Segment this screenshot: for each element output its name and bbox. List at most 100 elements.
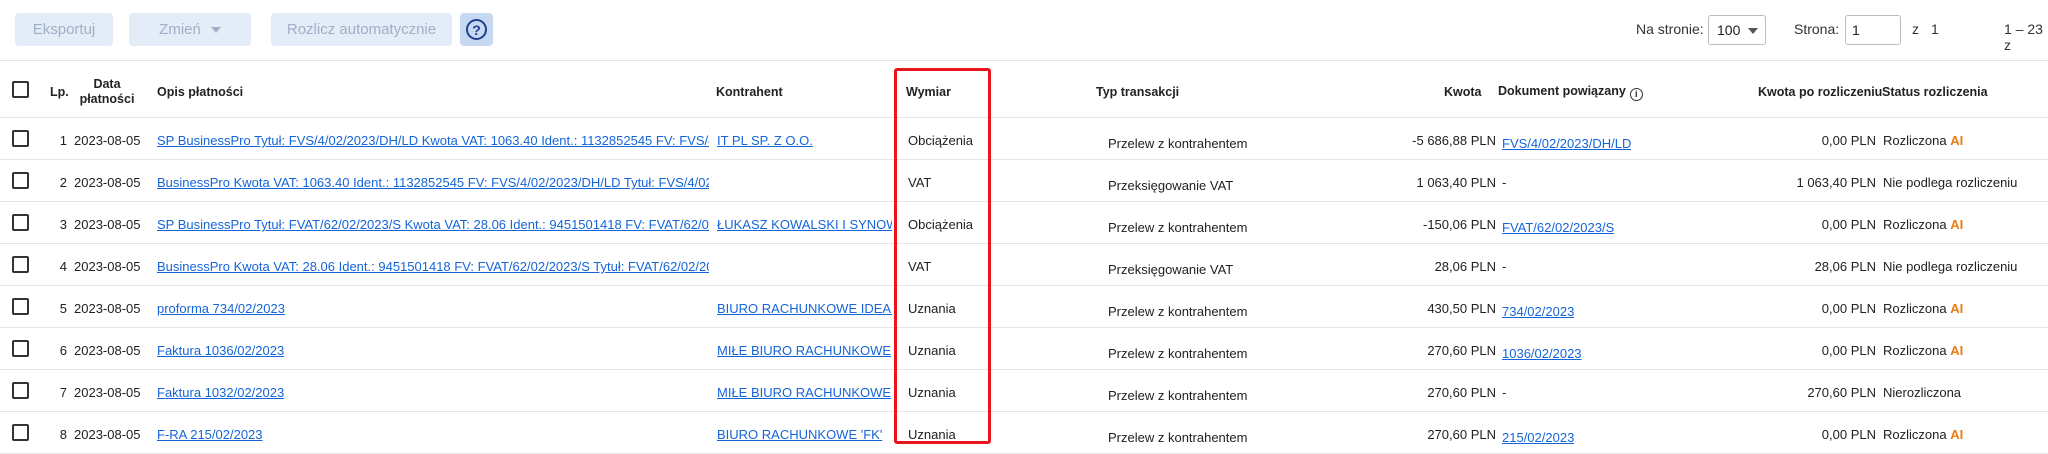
change-dropdown-button[interactable]: Zmień — [129, 13, 251, 46]
row-contractor-link[interactable]: IT PL SP. Z O.O. — [717, 133, 892, 148]
select-all-checkbox[interactable] — [12, 81, 29, 98]
row-contractor-link[interactable]: BIURO RACHUNKOWE 'FK' — [717, 427, 892, 442]
header-contractor[interactable]: Kontrahent — [716, 85, 783, 99]
header-amount[interactable]: Kwota — [1444, 85, 1482, 99]
header-status[interactable]: Status rozliczenia — [1882, 85, 1988, 99]
row-date: 2023-08-05 — [74, 259, 141, 274]
row-related-doc-link[interactable]: FVAT/62/02/2023/S — [1502, 220, 1614, 235]
auto-settle-button[interactable]: Rozlicz automatycznie — [271, 13, 452, 46]
header-description[interactable]: Opis płatności — [157, 85, 243, 99]
row-status: Nie podlega rozliczeniu — [1883, 259, 2017, 274]
row-amount: -5 686,88 PLN — [1412, 133, 1496, 148]
range-text: 1 – 23 z — [2004, 21, 2043, 53]
info-icon[interactable]: i — [1629, 87, 1643, 101]
per-page-select[interactable]: 100 — [1708, 15, 1766, 45]
row-status-text: Nie podlega rozliczeniu — [1883, 175, 2018, 190]
header-dimension[interactable]: Wymiar — [906, 85, 951, 99]
row-transaction-type: Przelew z kontrahentem — [1108, 220, 1248, 235]
row-amount-after: 0,00 PLN — [1821, 217, 1876, 232]
table-row[interactable]: 2 2023-08-05 BusinessPro Kwota VAT: 1063.4… — [0, 160, 2048, 202]
header-related-doc[interactable]: Dokument powiązany — [1498, 84, 1626, 98]
row-date: 2023-08-05 — [74, 301, 141, 316]
row-lp: 3 — [59, 217, 67, 232]
ai-badge: AI — [1950, 301, 1964, 316]
row-date: 2023-08-05 — [74, 343, 141, 358]
header-date[interactable]: Data płatności — [72, 77, 142, 107]
row-status: Nie podlega rozliczeniu — [1883, 175, 2017, 190]
table-row[interactable]: 3 2023-08-05 SP BusinessPro Tytuł: FVAT/62… — [0, 202, 2048, 244]
header-lp: Lp. — [50, 85, 69, 99]
row-checkbox[interactable] — [12, 298, 29, 315]
toolbar: Eksportuj Zmień Rozlicz automatycznie ? … — [0, 0, 2048, 58]
row-contractor-link[interactable]: ŁUKASZ KOWALSKI I SYNOWIE — [717, 217, 892, 232]
table-row[interactable]: 5 2023-08-05 proforma 734/02/2023 BIURO RAC… — [0, 286, 2048, 328]
row-amount: 270,60 PLN — [1427, 343, 1496, 358]
row-status: Rozliczona AI — [1883, 133, 1963, 148]
page-input[interactable]: 1 — [1845, 15, 1901, 45]
row-status: Nierozliczona — [1883, 385, 1961, 400]
caret-down-icon — [210, 26, 221, 33]
export-button-label: Eksportuj — [32, 21, 96, 38]
row-lp: 8 — [59, 427, 67, 442]
row-checkbox[interactable] — [12, 214, 29, 231]
row-description-link[interactable]: SP BusinessPro Tytuł: FVS/4/02/2023/DH/L… — [157, 133, 709, 148]
row-related-doc: - — [1502, 259, 1507, 274]
row-amount: 270,60 PLN — [1427, 385, 1496, 400]
row-date: 2023-08-05 — [74, 133, 141, 148]
row-date: 2023-08-05 — [74, 175, 141, 190]
row-related-doc-link[interactable]: 215/02/2023 — [1502, 430, 1574, 445]
row-amount: 270,60 PLN — [1427, 427, 1496, 442]
row-related-doc-link[interactable]: 1036/02/2023 — [1502, 346, 1582, 361]
row-description-link[interactable]: proforma 734/02/2023 — [157, 301, 709, 316]
row-checkbox[interactable] — [12, 256, 29, 273]
row-description-link[interactable]: SP BusinessPro Tytuł: FVAT/62/02/2023/S … — [157, 217, 709, 232]
row-related-doc: - — [1502, 385, 1507, 400]
row-transaction-type: Przelew z kontrahentem — [1108, 430, 1248, 445]
row-contractor-link[interactable]: MIŁE BIURO RACHUNKOWE — [717, 343, 892, 358]
row-status-text: Rozliczona — [1883, 427, 1947, 442]
help-button[interactable]: ? — [460, 13, 493, 46]
row-transaction-type: Przelew z kontrahentem — [1108, 304, 1248, 319]
export-button[interactable]: Eksportuj — [15, 13, 113, 46]
row-checkbox[interactable] — [12, 382, 29, 399]
row-checkbox[interactable] — [12, 424, 29, 441]
row-description-link[interactable]: Faktura 1036/02/2023 — [157, 343, 709, 358]
row-status-text: Nie podlega rozliczeniu — [1883, 259, 2018, 274]
row-description-link[interactable]: Faktura 1032/02/2023 — [157, 385, 709, 400]
table-header: Lp. Data płatności Opis płatności Kontra… — [0, 60, 2048, 118]
row-description-link[interactable]: BusinessPro Kwota VAT: 1063.40 Ident.: 1… — [157, 175, 709, 190]
row-amount-after: 28,06 PLN — [1814, 259, 1876, 274]
row-checkbox[interactable] — [12, 340, 29, 357]
row-amount: 430,50 PLN — [1427, 301, 1496, 316]
row-status-text: Nierozliczona — [1883, 385, 1962, 400]
row-description-link[interactable]: F-RA 215/02/2023 — [157, 427, 709, 442]
row-related-doc-link[interactable]: 734/02/2023 — [1502, 304, 1574, 319]
ai-badge: AI — [1950, 427, 1964, 442]
header-amount-after[interactable]: Kwota po rozliczeniu — [1758, 85, 1882, 99]
row-status: Rozliczona AI — [1883, 343, 1963, 358]
row-amount-after: 0,00 PLN — [1821, 301, 1876, 316]
header-transaction-type[interactable]: Typ transakcji — [1096, 85, 1179, 99]
row-amount-after: 0,00 PLN — [1821, 343, 1876, 358]
auto-settle-button-label: Rozlicz automatycznie — [286, 21, 437, 38]
row-status-text: Rozliczona — [1883, 301, 1947, 316]
row-amount-after: 1 063,40 PLN — [1796, 175, 1876, 190]
row-contractor-link[interactable]: MIŁE BIURO RACHUNKOWE — [717, 385, 892, 400]
row-lp: 1 — [59, 133, 67, 148]
table-row[interactable]: 1 2023-08-05 SP BusinessPro Tytuł: FVS/4/0… — [0, 118, 2048, 160]
row-date: 2023-08-05 — [74, 217, 141, 232]
row-checkbox[interactable] — [12, 172, 29, 189]
table-row[interactable]: 8 2023-08-05 F-RA 215/02/2023 BIURO RACHUNK… — [0, 412, 2048, 454]
row-checkbox[interactable] — [12, 130, 29, 147]
table-row[interactable]: 7 2023-08-05 Faktura 1032/02/2023 MIŁE BIUR… — [0, 370, 2048, 412]
row-description-link[interactable]: BusinessPro Kwota VAT: 28.06 Ident.: 945… — [157, 259, 709, 274]
row-dimension: Obciążenia — [908, 133, 974, 148]
row-status: Rozliczona AI — [1883, 217, 1963, 232]
row-lp: 5 — [59, 301, 67, 316]
table-row[interactable]: 4 2023-08-05 BusinessPro Kwota VAT: 28.06 … — [0, 244, 2048, 286]
row-lp: 7 — [59, 385, 67, 400]
table-row[interactable]: 6 2023-08-05 Faktura 1036/02/2023 MIŁE BIUR… — [0, 328, 2048, 370]
row-related-doc-link[interactable]: FVS/4/02/2023/DH/LD — [1502, 136, 1631, 151]
row-transaction-type: Przeksięgowanie VAT — [1108, 262, 1234, 277]
row-contractor-link[interactable]: BIURO RACHUNKOWE IDEALNY — [717, 301, 892, 316]
